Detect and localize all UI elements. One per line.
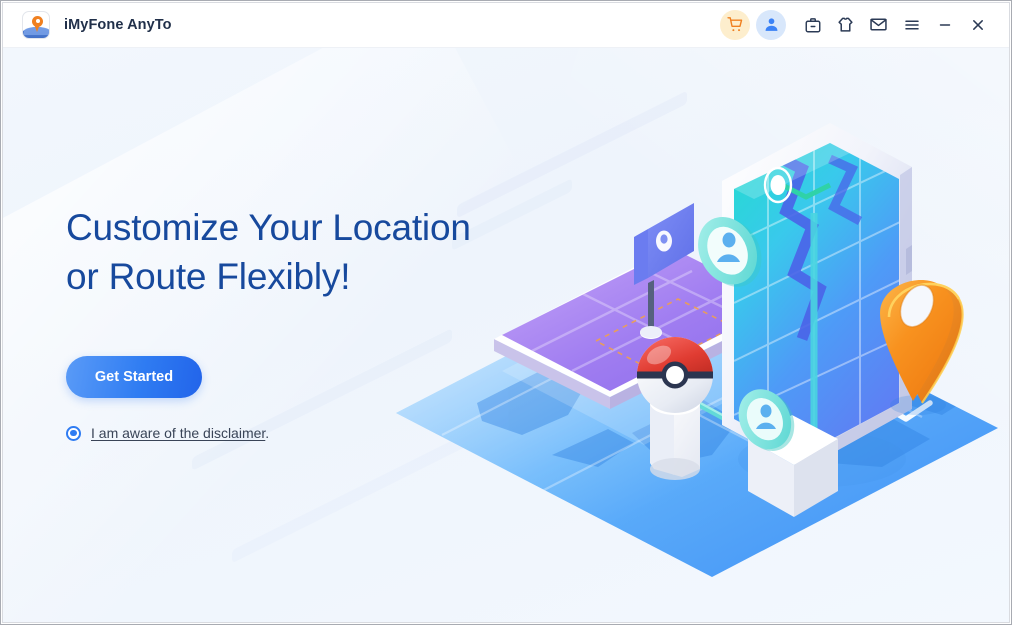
close-icon[interactable] [961, 7, 994, 43]
page-title: Customize Your Location or Route Flexibl… [66, 207, 471, 297]
app-title: iMyFone AnyTo [64, 16, 172, 33]
disclaimer-link[interactable]: I am aware of the disclaimer [91, 425, 265, 441]
tshirt-icon[interactable] [829, 7, 862, 43]
title-bar: iMyFone AnyTo [2, 2, 1010, 48]
get-started-button[interactable]: Get Started [66, 356, 202, 398]
main-stage: Customize Your Location or Route Flexibl… [2, 48, 1010, 623]
disclaimer-text: I am aware of the disclaimer. [91, 425, 269, 441]
disclaimer-row[interactable]: I am aware of the disclaimer. [66, 425, 269, 441]
account-icon[interactable] [756, 9, 786, 40]
menu-icon[interactable] [895, 7, 928, 43]
mail-icon[interactable] [862, 7, 895, 43]
hero-copy: Customize Your Location or Route Flexibl… [66, 203, 506, 441]
shopping-cart-icon[interactable] [720, 9, 750, 40]
disclaimer-radio[interactable] [66, 425, 81, 441]
minimize-icon[interactable] [928, 7, 961, 43]
logo-pin-shape [32, 15, 43, 32]
titlebar-actions [720, 2, 994, 47]
disclaimer-period: . [265, 425, 270, 441]
toolbox-icon[interactable] [796, 7, 829, 43]
app-logo-icon [22, 10, 50, 39]
app-window: iMyFone AnyTo Customize Your Location or… [0, 0, 1012, 625]
